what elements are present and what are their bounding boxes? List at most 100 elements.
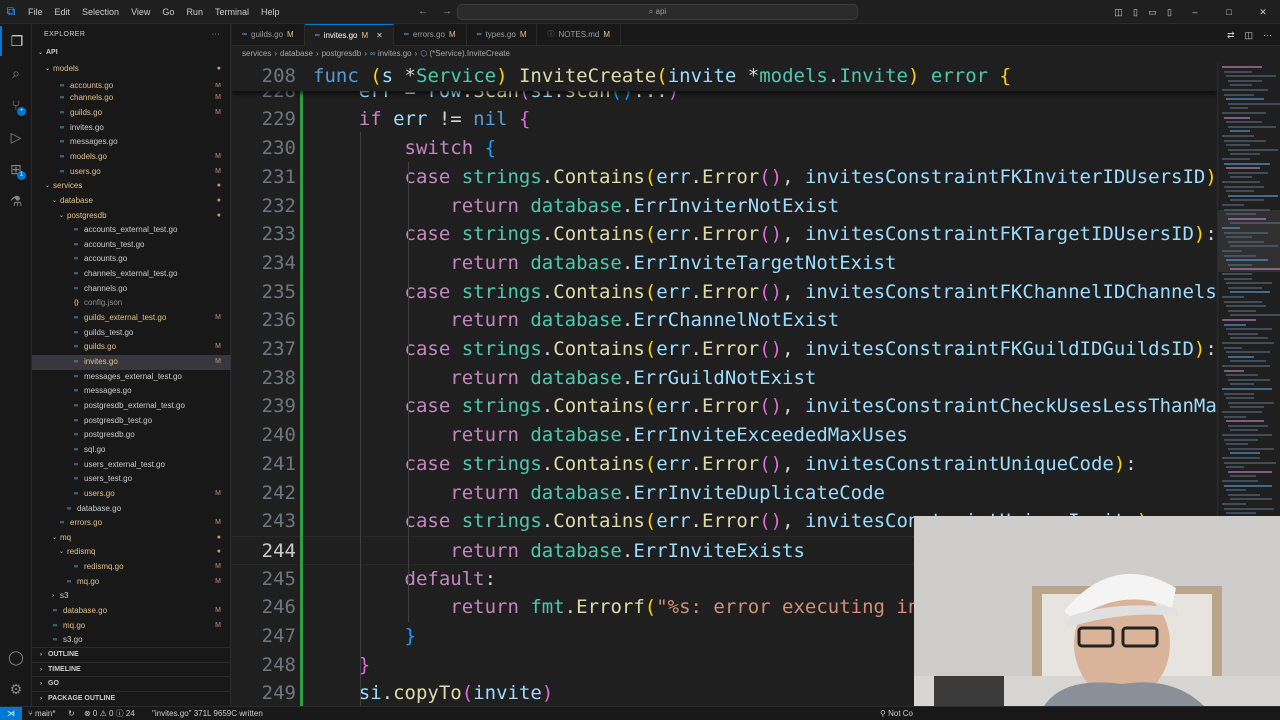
tab-types-go[interactable]: ∞ types.go M bbox=[467, 24, 538, 46]
search-icon[interactable]: ⌕ bbox=[0, 58, 32, 88]
file-item[interactable]: ∞ mq.go M bbox=[32, 575, 231, 590]
menu-item-file[interactable]: File bbox=[22, 0, 49, 24]
code-line[interactable]: 236 return database.ErrChannelNotExist bbox=[232, 306, 1217, 335]
file-item[interactable]: ∞ database.go bbox=[32, 502, 231, 517]
file-item[interactable]: ∞ users.go M bbox=[32, 487, 231, 502]
folder-item[interactable]: ⌄ postgresdb ● bbox=[32, 209, 231, 224]
menu-item-selection[interactable]: Selection bbox=[76, 0, 125, 24]
file-item[interactable]: ∞ users_external_test.go bbox=[32, 458, 231, 473]
source-control-icon[interactable]: ⑂ • bbox=[0, 90, 32, 120]
file-item[interactable]: ∞ postgresdb.go bbox=[32, 428, 231, 443]
notification-indicator[interactable]: ⚲ Not Co bbox=[880, 707, 913, 720]
file-item[interactable]: {} config.json bbox=[32, 296, 231, 311]
file-item[interactable]: ∞ guilds.go M bbox=[32, 340, 231, 355]
menu-item-help[interactable]: Help bbox=[255, 0, 286, 24]
file-item[interactable]: ∞ guilds.go M bbox=[32, 106, 231, 121]
section-timeline[interactable]: › TIMELINE bbox=[32, 661, 231, 677]
testing-icon[interactable]: ⚗ bbox=[0, 186, 32, 216]
file-item[interactable]: ∞ postgresdb_external_test.go bbox=[32, 399, 231, 414]
folder-item[interactable]: ⌄ models ● bbox=[32, 62, 231, 77]
run-debug-icon[interactable]: ▷ bbox=[0, 122, 32, 152]
more-actions-icon[interactable]: ··· bbox=[1263, 24, 1272, 46]
folder-item[interactable]: ⌄ redismq ● bbox=[32, 545, 231, 560]
folder-item[interactable]: › s3 bbox=[32, 589, 231, 604]
tab-invites-go[interactable]: ∞ invites.go M ✕ bbox=[304, 24, 394, 47]
sticky-scroll-header[interactable]: 208 func (s *Service) InviteCreate(invite… bbox=[232, 62, 1217, 91]
minimize-icon[interactable]: – bbox=[1178, 0, 1212, 24]
file-item[interactable]: ∞ messages_external_test.go bbox=[32, 370, 231, 385]
file-item[interactable]: ∞ accounts_test.go bbox=[32, 238, 231, 253]
close-tab-icon[interactable]: ✕ bbox=[376, 25, 383, 47]
code-line[interactable]: 240 return database.ErrInviteExceededMax… bbox=[232, 421, 1217, 450]
extensions-icon[interactable]: ⊞ 1 bbox=[0, 154, 32, 184]
file-item[interactable]: ∞ messages.go bbox=[32, 384, 231, 399]
file-item[interactable]: ∞ users_test.go bbox=[32, 472, 231, 487]
sync-icon[interactable]: ↻ bbox=[68, 707, 75, 720]
code-line[interactable]: 232 return database.ErrInviterNotExist bbox=[232, 192, 1217, 221]
breadcrumb-item[interactable]: invites.go bbox=[378, 49, 412, 58]
file-item[interactable]: ∞ accounts_external_test.go bbox=[32, 223, 231, 238]
folder-item[interactable]: ⌄ mq ● bbox=[32, 531, 231, 546]
layout-icon[interactable]: ◫ bbox=[1110, 0, 1127, 24]
file-item[interactable]: ∞ guilds_test.go bbox=[32, 326, 231, 341]
close-window-icon[interactable]: ✕ bbox=[1246, 0, 1280, 24]
menu-item-edit[interactable]: Edit bbox=[49, 0, 77, 24]
code-line[interactable]: 233 case strings.Contains(err.Error(), i… bbox=[232, 220, 1217, 249]
file-item[interactable]: ∞ invites.go M bbox=[32, 355, 231, 370]
file-item[interactable]: ∞ guilds_external_test.go M bbox=[32, 311, 231, 326]
menu-item-run[interactable]: Run bbox=[180, 0, 209, 24]
code-line[interactable]: 229 if err != nil { bbox=[232, 105, 1217, 134]
toggle-sidebar-icon[interactable]: ▯ bbox=[1127, 0, 1144, 24]
tab-errors-go[interactable]: ∞ errors.go M bbox=[394, 24, 467, 46]
file-item[interactable]: ∞ database.go M bbox=[32, 604, 231, 619]
folder-item[interactable]: ⌄ database ● bbox=[32, 194, 231, 209]
menu-item-view[interactable]: View bbox=[125, 0, 156, 24]
code-line[interactable]: 234 return database.ErrInviteTargetNotEx… bbox=[232, 249, 1217, 278]
code-line[interactable]: 231 case strings.Contains(err.Error(), i… bbox=[232, 163, 1217, 192]
code-line[interactable]: 238 return database.ErrGuildNotExist bbox=[232, 364, 1217, 393]
toggle-panel-icon[interactable]: ▭ bbox=[1144, 0, 1161, 24]
workspace-root[interactable]: ⌄ API bbox=[32, 46, 231, 61]
split-editor-icon[interactable]: ◫ bbox=[1244, 24, 1253, 46]
breadcrumb-item[interactable]: services bbox=[242, 49, 271, 58]
menu-item-terminal[interactable]: Terminal bbox=[209, 0, 255, 24]
tab-guilds-go[interactable]: ∞ guilds.go M bbox=[232, 24, 305, 46]
problems-indicator[interactable]: ⊗ 0 ⚠ 0 ⓘ 24 bbox=[84, 707, 135, 720]
file-item[interactable]: ∞ s3.go bbox=[32, 633, 231, 648]
tab-notes-md[interactable]: ⓘ NOTES.md M bbox=[537, 24, 622, 46]
explorer-icon[interactable]: ❐ bbox=[0, 26, 32, 56]
open-changes-icon[interactable]: ⇄ bbox=[1227, 24, 1235, 46]
file-item[interactable]: ∞ channels.go bbox=[32, 282, 231, 297]
file-item[interactable]: ∞ channels.go M bbox=[32, 91, 231, 106]
section-package-outline[interactable]: › PACKAGE OUTLINE bbox=[32, 691, 231, 706]
code-line[interactable]: 242 return database.ErrInviteDuplicateCo… bbox=[232, 479, 1217, 508]
menu-item-go[interactable]: Go bbox=[156, 0, 180, 24]
section-outline[interactable]: › OUTLINE bbox=[32, 647, 231, 662]
remote-indicator-icon[interactable]: ⋊ bbox=[0, 707, 22, 720]
file-item[interactable]: ∞ mq.go M bbox=[32, 619, 231, 634]
file-item[interactable]: ∞ accounts.go bbox=[32, 252, 231, 267]
file-item[interactable]: ∞ sql.go bbox=[32, 443, 231, 458]
command-center-search[interactable]: ⌕ api bbox=[457, 4, 858, 20]
accounts-icon[interactable]: ◯ bbox=[0, 642, 32, 672]
back-arrow-icon[interactable]: ← bbox=[418, 0, 428, 24]
manage-gear-icon[interactable]: ⚙ bbox=[0, 674, 32, 704]
file-item[interactable]: ∞ errors.go M bbox=[32, 516, 231, 531]
file-item[interactable]: ∞ redismq.go M bbox=[32, 560, 231, 575]
file-item[interactable]: ∞ invites.go bbox=[32, 121, 231, 136]
code-line[interactable]: 235 case strings.Contains(err.Error(), i… bbox=[232, 278, 1217, 307]
branch-indicator[interactable]: ⑂ main* bbox=[28, 707, 55, 720]
code-line[interactable]: 241 case strings.Contains(err.Error(), i… bbox=[232, 450, 1217, 479]
file-item[interactable]: ∞ accounts.go M bbox=[32, 83, 231, 91]
forward-arrow-icon[interactable]: → bbox=[442, 0, 452, 24]
section-go[interactable]: › GO bbox=[32, 676, 231, 691]
code-line[interactable]: 237 case strings.Contains(err.Error(), i… bbox=[232, 335, 1217, 364]
more-actions-icon[interactable]: ··· bbox=[212, 24, 220, 46]
code-line[interactable]: 230 switch { bbox=[232, 134, 1217, 163]
breadcrumb-item[interactable]: postgresdb bbox=[322, 49, 362, 58]
file-item[interactable]: ∞ postgresdb_test.go bbox=[32, 414, 231, 429]
file-item[interactable]: ∞ users.go M bbox=[32, 165, 231, 180]
maximize-icon[interactable]: □ bbox=[1212, 0, 1246, 24]
toggle-secondary-sidebar-icon[interactable]: ▯ bbox=[1161, 0, 1178, 24]
breadcrumb-item[interactable]: database bbox=[280, 49, 313, 58]
